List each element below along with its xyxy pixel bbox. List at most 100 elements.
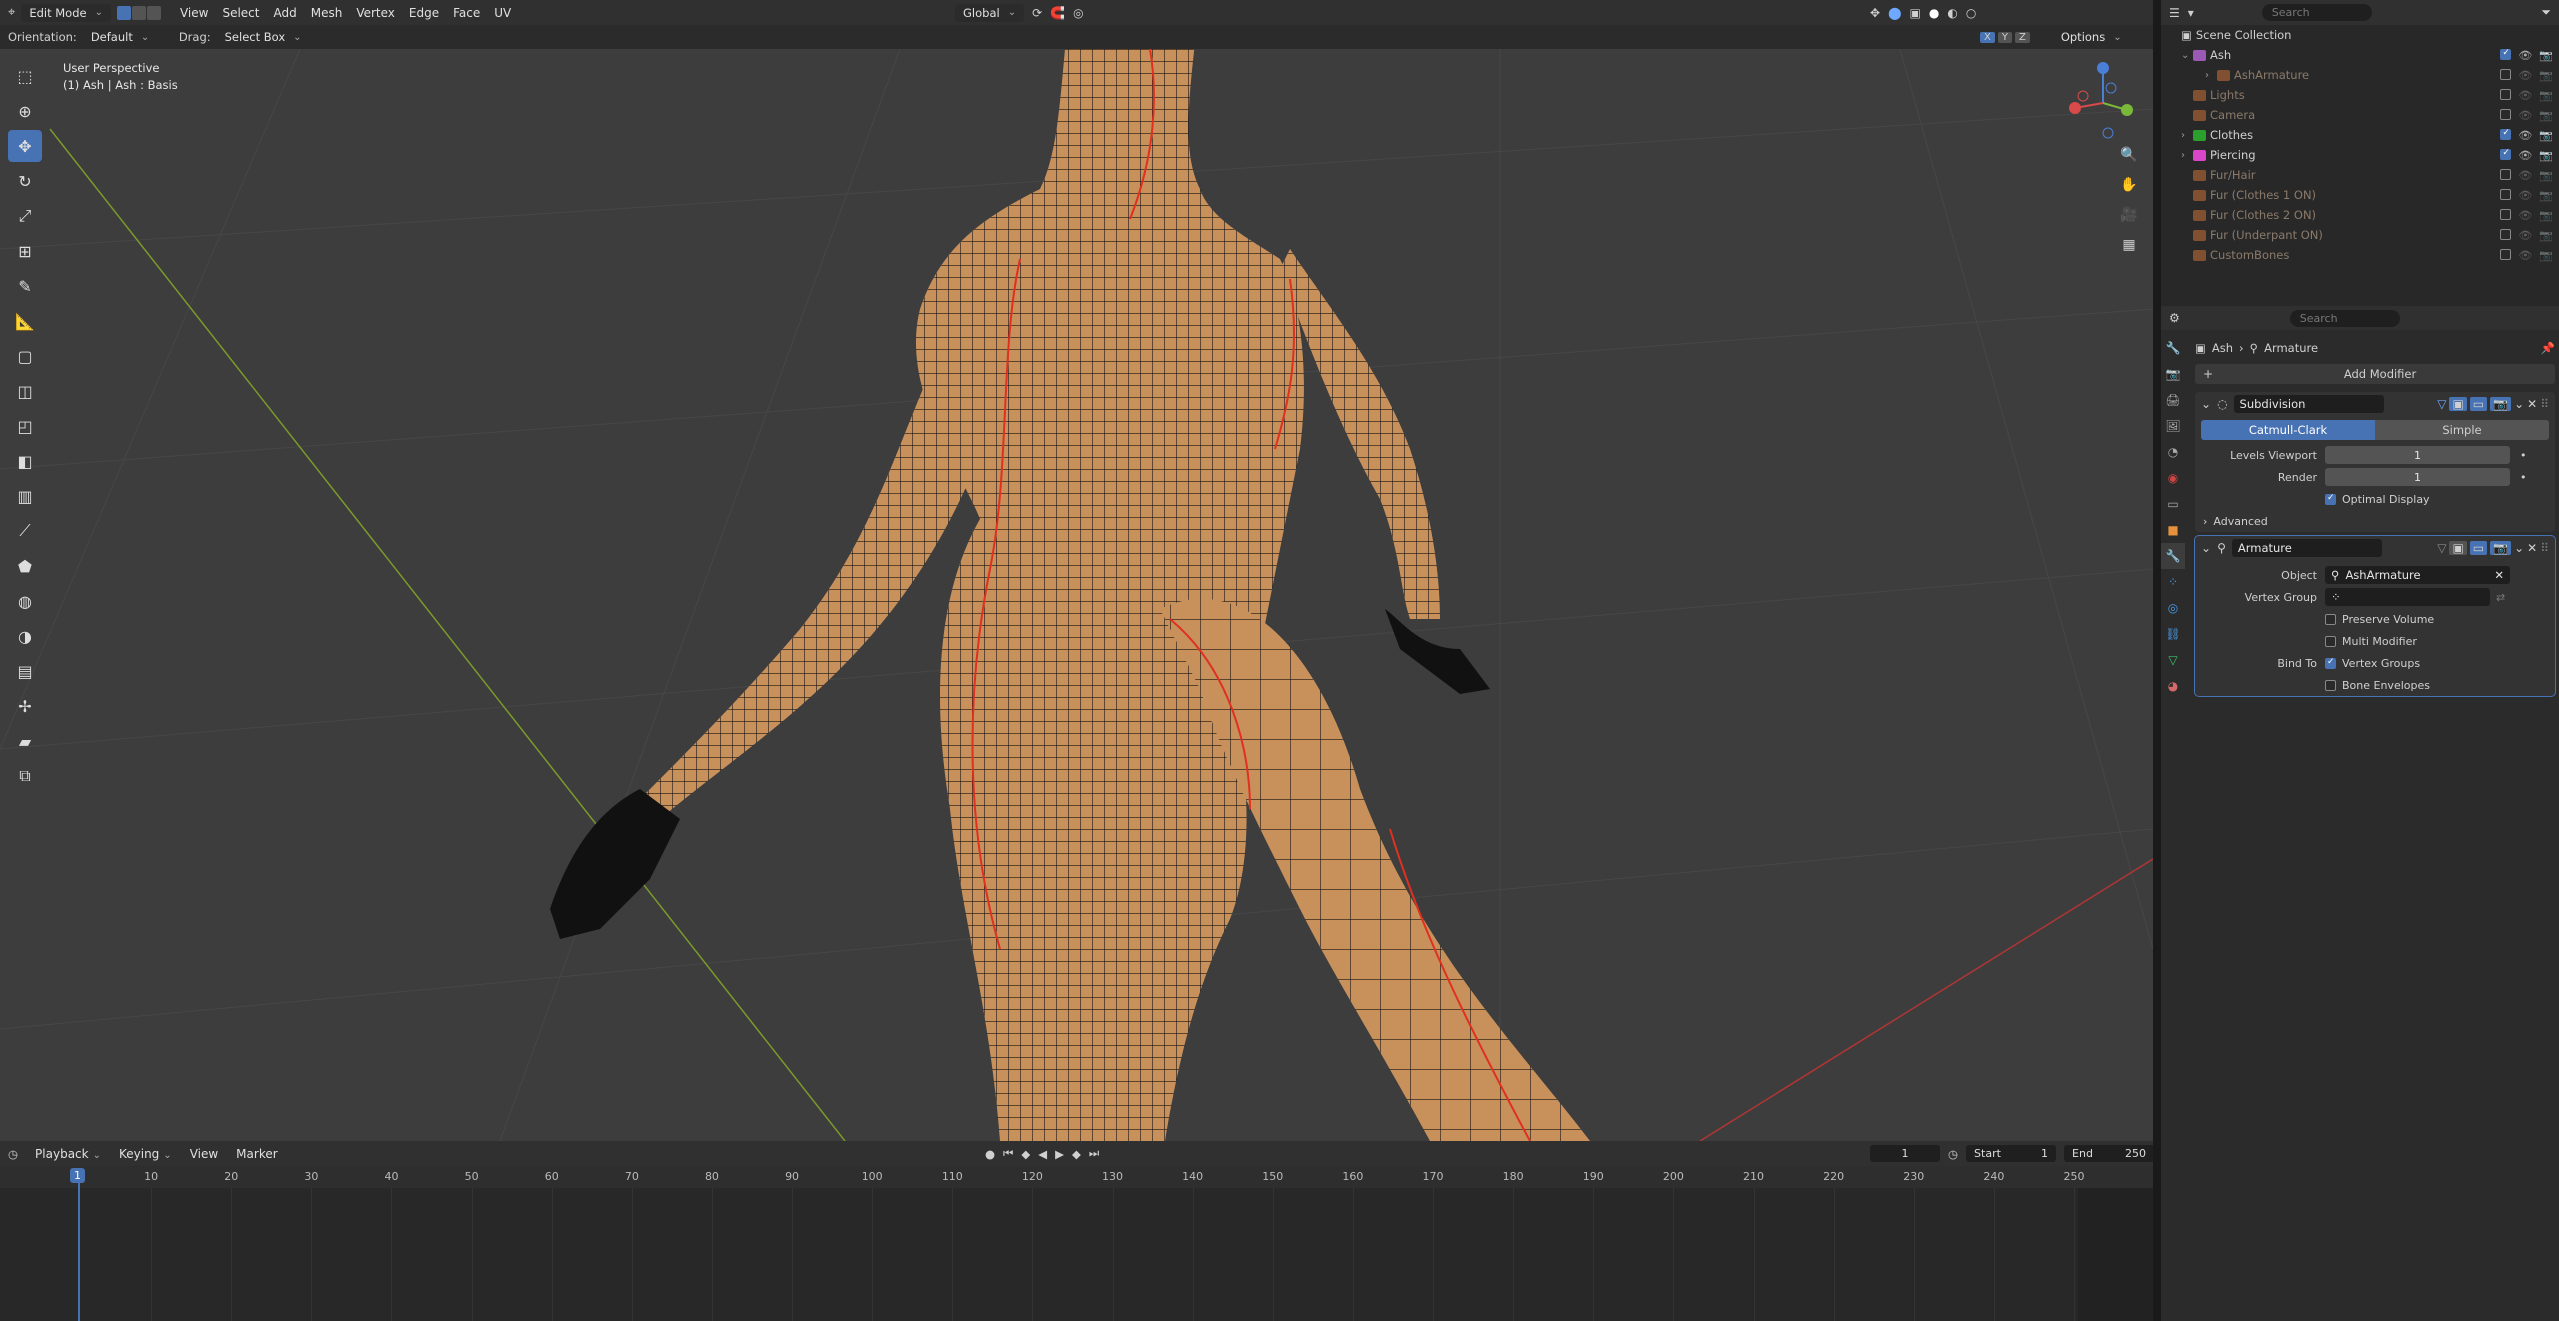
prev-keyframe-icon[interactable]: ◆ <box>1021 1147 1030 1161</box>
outliner-row[interactable]: › AshArmature 👁 📷 <box>2161 65 2559 85</box>
drag-handle-icon[interactable]: ⠿ <box>2540 541 2549 555</box>
render-camera-icon[interactable]: 📷 <box>2539 69 2553 82</box>
collapse-chevron-icon[interactable]: ⌄ <box>2201 541 2211 555</box>
invert-icon[interactable]: ⇄ <box>2496 591 2505 604</box>
menu-face[interactable]: Face <box>446 3 487 23</box>
filter-icon[interactable]: ⏷ <box>2541 5 2551 20</box>
scene-tab-icon[interactable]: ◔ <box>2161 439 2185 465</box>
dropdown-icon[interactable]: ⌄ <box>2514 541 2524 555</box>
data-tab-icon[interactable]: ▽ <box>2161 647 2185 673</box>
render-camera-icon[interactable]: 📷 <box>2539 189 2553 202</box>
shading-solid-icon[interactable]: ● <box>1929 6 1939 20</box>
rotate-tool-icon[interactable]: ↻ <box>8 165 42 197</box>
start-frame-field[interactable]: Start 1 <box>1966 1145 2057 1162</box>
vertex-group-field[interactable]: ⁘ <box>2325 588 2490 606</box>
dropdown-icon[interactable]: ⌄ <box>2514 397 2524 411</box>
multi-modifier-checkbox[interactable] <box>2325 635 2336 647</box>
snap-icon[interactable]: 🧲 <box>1050 6 1065 20</box>
render-camera-icon[interactable]: 📷 <box>2539 109 2553 122</box>
remove-modifier-icon[interactable]: ✕ <box>2527 397 2537 411</box>
loop-cut-tool-icon[interactable]: ▥ <box>8 480 42 512</box>
exclude-checkbox[interactable] <box>2500 88 2512 100</box>
expand-chevron-icon[interactable]: › <box>2181 150 2193 161</box>
jump-end-icon[interactable]: ⏭ <box>1089 1146 1099 1161</box>
realtime-icon[interactable]: ▭ <box>2469 397 2488 411</box>
outliner-row[interactable]: ⌄Ash👁📷 <box>2161 45 2559 65</box>
timeline-menu-keying[interactable]: Keying <box>112 1144 179 1164</box>
scale-tool-icon[interactable]: ⤢ <box>8 200 42 232</box>
visibility-eye-icon[interactable]: 👁 <box>2518 69 2532 82</box>
render-camera-icon[interactable]: 📷 <box>2539 149 2553 162</box>
scene-collection-row[interactable]: ▣ Scene Collection <box>2161 25 2559 45</box>
select-box-tool-icon[interactable]: ⬚ <box>8 60 42 92</box>
menu-add[interactable]: Add <box>267 3 304 23</box>
jump-start-icon[interactable]: ⏮ <box>1003 1146 1013 1161</box>
options-dropdown[interactable]: Options <box>2052 28 2130 46</box>
render-camera-icon[interactable]: 📷 <box>2539 49 2553 62</box>
exclude-checkbox[interactable] <box>2500 248 2512 260</box>
preview-range-icon[interactable]: ◷ <box>1948 1147 1958 1161</box>
menu-mesh[interactable]: Mesh <box>304 3 350 23</box>
armature-name-field[interactable]: Armature <box>2231 539 2382 557</box>
expand-chevron-icon[interactable]: › <box>2205 70 2217 81</box>
on-cage-icon[interactable]: ▽ <box>2437 397 2446 411</box>
properties-editor-icon[interactable]: ⚙ <box>2169 311 2180 325</box>
menu-edge[interactable]: Edge <box>402 3 446 23</box>
outliner-row[interactable]: Fur/Hair 👁 📷 <box>2161 165 2559 185</box>
preserve-volume-checkbox[interactable] <box>2325 613 2336 625</box>
zoom-icon[interactable]: 🔍 <box>2116 142 2142 168</box>
pan-hand-icon[interactable]: ✋ <box>2116 172 2142 198</box>
material-tab-icon[interactable]: ◕ <box>2161 673 2185 699</box>
visibility-eye-icon[interactable]: 👁 <box>2518 109 2532 122</box>
outliner-row[interactable]: Fur (Underpant ON) 👁 📷 <box>2161 225 2559 245</box>
collapse-chevron-icon[interactable]: ⌄ <box>2201 397 2211 411</box>
particles-tab-icon[interactable]: ⁘ <box>2161 569 2185 595</box>
levels-viewport-field[interactable]: 1 <box>2325 446 2510 464</box>
render-levels-field[interactable]: 1 <box>2325 468 2510 486</box>
visibility-eye-icon[interactable]: 👁 <box>2518 209 2532 222</box>
modifier-tab-icon[interactable]: 🔧 <box>2161 543 2185 569</box>
mode-dropdown[interactable]: Edit Mode <box>21 3 111 22</box>
timeline-menu-playback[interactable]: Playback <box>28 1144 108 1164</box>
bevel-tool-icon[interactable]: ◧ <box>8 445 42 477</box>
timeline-editor-icon[interactable]: ◷ <box>8 1147 18 1161</box>
menu-select[interactable]: Select <box>215 3 266 23</box>
xray-icon[interactable]: ▣ <box>1910 6 1921 20</box>
optimal-display-checkbox[interactable] <box>2325 493 2336 505</box>
menu-uv[interactable]: UV <box>487 3 518 23</box>
select-mode-buttons[interactable] <box>116 5 161 20</box>
subdivision-name-field[interactable]: Subdivision <box>2233 395 2384 413</box>
play-icon[interactable]: ▶ <box>1055 1147 1064 1161</box>
drag-dropdown[interactable]: Select Box <box>216 28 310 46</box>
vertex-groups-checkbox[interactable] <box>2325 657 2336 669</box>
outliner-row[interactable]: ›Clothes👁📷 <box>2161 125 2559 145</box>
visibility-eye-icon[interactable]: 👁 <box>2518 129 2532 142</box>
advanced-subpanel[interactable]: › Advanced <box>2195 510 2555 532</box>
editmode-icon[interactable]: ▣ <box>2449 397 2467 411</box>
timeline-menu-marker[interactable]: Marker <box>229 1144 284 1164</box>
playhead[interactable] <box>78 1168 80 1321</box>
render-icon[interactable]: 📷 <box>2490 397 2512 411</box>
outliner-row[interactable]: Fur (Clothes 2 ON) 👁 📷 <box>2161 205 2559 225</box>
transform-orientation-dropdown[interactable]: Global <box>955 3 1025 22</box>
visibility-eye-icon[interactable]: 👁 <box>2518 189 2532 202</box>
armature-object-field[interactable]: ⚲ AshArmature ✕ <box>2325 566 2510 584</box>
catmull-clark-option[interactable]: Catmull-Clark <box>2201 420 2375 440</box>
exclude-checkbox[interactable] <box>2500 128 2512 140</box>
render-camera-icon[interactable]: 📷 <box>2539 169 2553 182</box>
physics-tab-icon[interactable]: ◎ <box>2161 595 2185 621</box>
knife-tool-icon[interactable]: ⟋ <box>8 515 42 547</box>
editmode-icon[interactable]: ▣ <box>2449 541 2467 555</box>
shading-material-icon[interactable]: ◐ <box>1947 6 1957 20</box>
properties-search-input[interactable]: Search <box>2289 309 2400 327</box>
visibility-eye-icon[interactable]: 👁 <box>2518 229 2532 242</box>
shear-tool-icon[interactable]: ▰ <box>8 725 42 757</box>
menu-vertex[interactable]: Vertex <box>349 3 402 23</box>
annotate-tool-icon[interactable]: ✎ <box>8 270 42 302</box>
overlay-icon[interactable]: ⬤ <box>1888 6 1901 20</box>
current-frame-field[interactable]: 1 <box>1870 1145 1940 1162</box>
on-cage-icon[interactable]: ▽ <box>2437 541 2446 555</box>
spin-tool-icon[interactable]: ◍ <box>8 585 42 617</box>
world-tab-icon[interactable]: ◉ <box>2161 465 2185 491</box>
poly-build-tool-icon[interactable]: ⬟ <box>8 550 42 582</box>
